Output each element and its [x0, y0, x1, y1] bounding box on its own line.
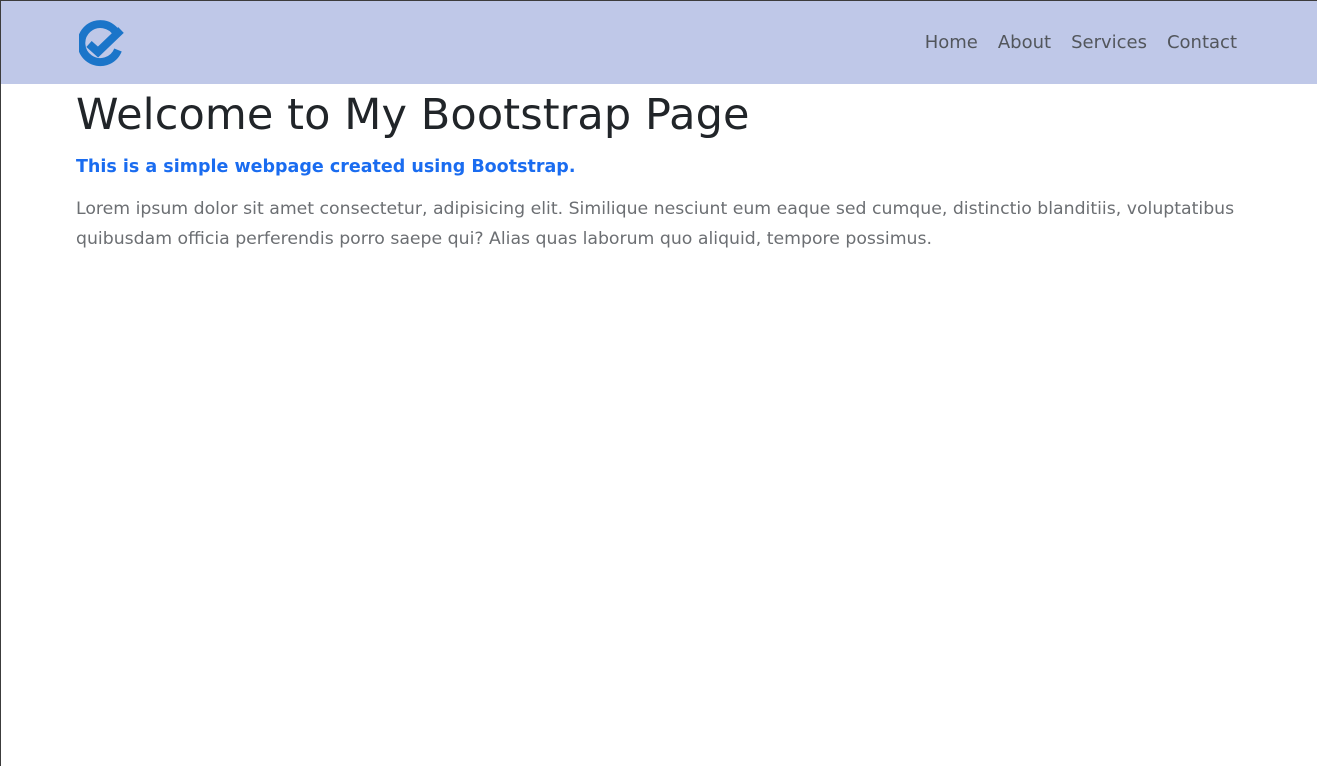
nav-link-home[interactable]: Home [925, 31, 978, 55]
nav-link-contact[interactable]: Contact [1167, 31, 1237, 55]
page-subtitle: This is a simple webpage created using B… [76, 157, 576, 177]
body-paragraph: Lorem ipsum dolor sit amet consectetur, … [76, 199, 1235, 249]
nav-link-services[interactable]: Services [1071, 31, 1147, 55]
nav-links: Home About Services Contact [925, 31, 1237, 55]
page-title: Welcome to My Bootstrap Page [76, 90, 750, 140]
nav-link-about[interactable]: About [998, 31, 1051, 55]
main-content: Welcome to My Bootstrap Page This is a s… [76, 89, 1256, 254]
browser-viewport: Home About Services Contact Welcome to M… [0, 0, 1317, 766]
check-circle-logo-icon [77, 20, 124, 67]
brand-logo-link[interactable] [77, 20, 125, 68]
navbar: Home About Services Contact [1, 1, 1317, 84]
